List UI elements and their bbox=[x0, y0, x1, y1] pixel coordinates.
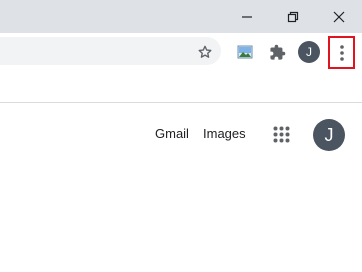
image-extension-button[interactable] bbox=[235, 42, 255, 62]
address-bar[interactable] bbox=[0, 37, 221, 65]
title-bar bbox=[0, 0, 362, 33]
google-account-avatar[interactable]: J bbox=[313, 119, 345, 151]
toolbar-divider bbox=[0, 102, 362, 103]
bookmark-button[interactable] bbox=[194, 41, 216, 63]
google-apps-button[interactable] bbox=[273, 126, 290, 143]
vertical-dots-icon bbox=[339, 44, 344, 61]
gmail-link[interactable]: Gmail bbox=[155, 126, 189, 141]
close-icon bbox=[333, 11, 345, 22]
images-link[interactable]: Images bbox=[203, 126, 246, 141]
restore-button[interactable] bbox=[270, 0, 316, 33]
puzzle-icon bbox=[269, 44, 285, 60]
restore-icon bbox=[287, 11, 299, 22]
image-extension-icon bbox=[237, 45, 253, 59]
close-window-button[interactable] bbox=[316, 0, 362, 33]
minimize-button[interactable] bbox=[224, 0, 270, 33]
profile-initial: J bbox=[306, 45, 312, 59]
star-icon bbox=[198, 45, 212, 58]
extensions-button[interactable] bbox=[266, 41, 288, 63]
chrome-menu-button[interactable] bbox=[328, 36, 355, 69]
account-initial: J bbox=[324, 124, 334, 145]
profile-avatar-button[interactable]: J bbox=[298, 41, 320, 63]
minimize-icon bbox=[242, 15, 252, 18]
apps-grid-icon bbox=[273, 126, 290, 143]
